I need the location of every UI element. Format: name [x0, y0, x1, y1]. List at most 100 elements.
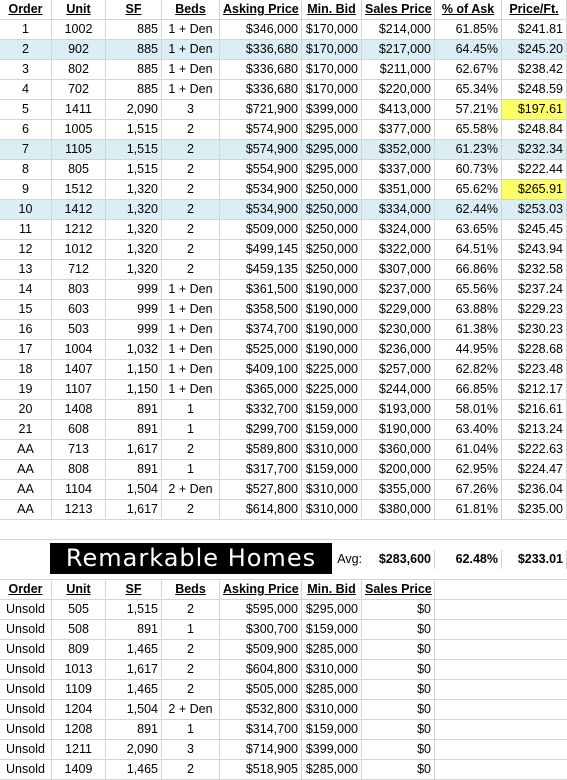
sold-table-cell: 62.44% — [435, 200, 502, 219]
avg-price-per-ft: $233.01 — [502, 550, 567, 569]
unsold-table-cell: 1109 — [52, 680, 106, 699]
sold-table-cell: $228.68 — [502, 340, 567, 359]
sold-table-row: 1 1002 885 1 + Den $346,000 $170,000 $214,000 6… — [0, 20, 567, 40]
sold-table-cell: 58.01% — [435, 400, 502, 419]
sold-table-cell: 7 — [0, 140, 52, 159]
sold-table-cell: 891 — [106, 420, 162, 439]
sold-table-cell: $409,100 — [220, 360, 302, 379]
sold-table-cell: 2 — [162, 200, 220, 219]
sold-table-cell: $554,900 — [220, 160, 302, 179]
sold-table-cell: $527,800 — [220, 480, 302, 499]
sold-table-cell: $574,900 — [220, 140, 302, 159]
sold-table-cell: 2 + Den — [162, 480, 220, 499]
sold-table-cell: $232.58 — [502, 260, 567, 279]
sold-table-cell: $222.63 — [502, 440, 567, 459]
unsold-table-cell: $595,000 — [220, 600, 302, 619]
remarkable-homes-logo: Remarkable Homes — [50, 543, 332, 574]
sold-table-cell: $235.00 — [502, 500, 567, 519]
sold-table-cell: $589,800 — [220, 440, 302, 459]
sold-table-row: 11 1212 1,320 2 $509,000 $250,000 $324,000 63.6… — [0, 220, 567, 240]
sold-table-cell: $224.47 — [502, 460, 567, 479]
sold-table-cell: 61.04% — [435, 440, 502, 459]
sold-table-cell: 802 — [52, 60, 106, 79]
sold-table-cell: 15 — [0, 300, 52, 319]
sold-table-cell: 885 — [106, 80, 162, 99]
sold-table-row: AA 1213 1,617 2 $614,800 $310,000 $380,000 61.8… — [0, 500, 567, 520]
sold-table-cell: $295,000 — [302, 140, 362, 159]
unsold-table-cell: 2 — [162, 680, 220, 699]
unsold-table-cell: $0 — [362, 760, 435, 779]
sold-table-cell: $170,000 — [302, 60, 362, 79]
sold-table-cell: AA — [0, 480, 52, 499]
sold-table-cell: 2 — [162, 180, 220, 199]
unsold-table-cell: $285,000 — [302, 640, 362, 659]
sold-table-row: 21 608 891 1 $299,700 $159,000 $190,000 63.40% $… — [0, 420, 567, 440]
sold-table-cell: $534,900 — [220, 180, 302, 199]
sold-table-cell: 4 — [0, 80, 52, 99]
unsold-table-cell: $509,900 — [220, 640, 302, 659]
sold-table-cell: 1,150 — [106, 380, 162, 399]
sold-table-cell: $250,000 — [302, 180, 362, 199]
sold-units-table: Order Unit SF Beds Asking Price Min. Bid Sales… — [0, 0, 567, 520]
unsold-table-cell: Unsold — [0, 720, 52, 739]
sold-table-cell: 1 + Den — [162, 360, 220, 379]
sold-table-cell: 65.34% — [435, 80, 502, 99]
sold-table-cell: $238.42 — [502, 60, 567, 79]
sold-table-cell: $230,000 — [362, 320, 435, 339]
sold-table-cell: 1,150 — [106, 360, 162, 379]
unsold-table-row: Unsold 1109 1,465 2 $505,000 $285,000 $0 — [0, 680, 567, 700]
sold-table-cell: $170,000 — [302, 80, 362, 99]
sold-table-cell: $721,900 — [220, 100, 302, 119]
sold-table-cell: 1,617 — [106, 500, 162, 519]
sold-table-cell: $223.48 — [502, 360, 567, 379]
sold-table-cell: $413,000 — [362, 100, 435, 119]
sold-table-cell: $355,000 — [362, 480, 435, 499]
sold-table-cell: $307,000 — [362, 260, 435, 279]
sold-table-cell: 503 — [52, 320, 106, 339]
unsold-table-cell: $159,000 — [302, 620, 362, 639]
sold-table-cell: $214,000 — [362, 20, 435, 39]
sold-table-cell: $336,680 — [220, 40, 302, 59]
unsold-header-cell: Min. Bid — [302, 580, 362, 599]
unsold-table-row: Unsold 1208 891 1 $314,700 $159,000 $0 — [0, 720, 567, 740]
sold-table-cell: 2 — [162, 240, 220, 259]
sold-table-cell: $200,000 — [362, 460, 435, 479]
sold-table-cell: 57.21% — [435, 100, 502, 119]
sold-table-cell: 14 — [0, 280, 52, 299]
unsold-table-cell: 1211 — [52, 740, 106, 759]
sold-table-cell: 1 + Den — [162, 40, 220, 59]
sold-table-row: AA 713 1,617 2 $589,800 $310,000 $360,000 61.04… — [0, 440, 567, 460]
sold-table-row: 18 1407 1,150 1 + Den $409,100 $225,000 $257,0… — [0, 360, 567, 380]
sold-table-cell: 62.95% — [435, 460, 502, 479]
sold-table-cell: 1 — [162, 400, 220, 419]
unsold-table-cell: Unsold — [0, 620, 52, 639]
sold-table-cell: $248.59 — [502, 80, 567, 99]
sold-table-cell: $509,000 — [220, 220, 302, 239]
sold-table-cell: 2 — [162, 440, 220, 459]
sold-table-cell: $236.04 — [502, 480, 567, 499]
sold-table-cell: 999 — [106, 300, 162, 319]
unsold-table-cell: 1409 — [52, 760, 106, 779]
unsold-table-cell: $310,000 — [302, 700, 362, 719]
sold-table-cell: $248.84 — [502, 120, 567, 139]
sold-table-cell: $232.34 — [502, 140, 567, 159]
sold-table-cell: 3 — [0, 60, 52, 79]
unsold-table-cell: Unsold — [0, 740, 52, 759]
sold-table-cell: 10 — [0, 200, 52, 219]
sold-table-cell: 902 — [52, 40, 106, 59]
unsold-table-row: Unsold 1409 1,465 2 $518,905 $285,000 $0 — [0, 760, 567, 780]
unsold-table-cell: $0 — [362, 740, 435, 759]
sold-table-cell: $216.61 — [502, 400, 567, 419]
sold-table-cell: $230.23 — [502, 320, 567, 339]
sold-table-cell: $374,700 — [220, 320, 302, 339]
sold-table-row: 3 802 885 1 + Den $336,680 $170,000 $211,000 62… — [0, 60, 567, 80]
sold-table-cell: $351,000 — [362, 180, 435, 199]
unsold-table-cell: 508 — [52, 620, 106, 639]
unsold-table-cell: 2,090 — [106, 740, 162, 759]
unsold-table-cell: $714,900 — [220, 740, 302, 759]
sold-table-cell: 1407 — [52, 360, 106, 379]
sold-table-cell: $250,000 — [302, 220, 362, 239]
unsold-table-row: Unsold 508 891 1 $300,700 $159,000 $0 — [0, 620, 567, 640]
sold-table-row: 20 1408 891 1 $332,700 $159,000 $193,000 58.01%… — [0, 400, 567, 420]
sold-table-cell: 1 + Den — [162, 300, 220, 319]
